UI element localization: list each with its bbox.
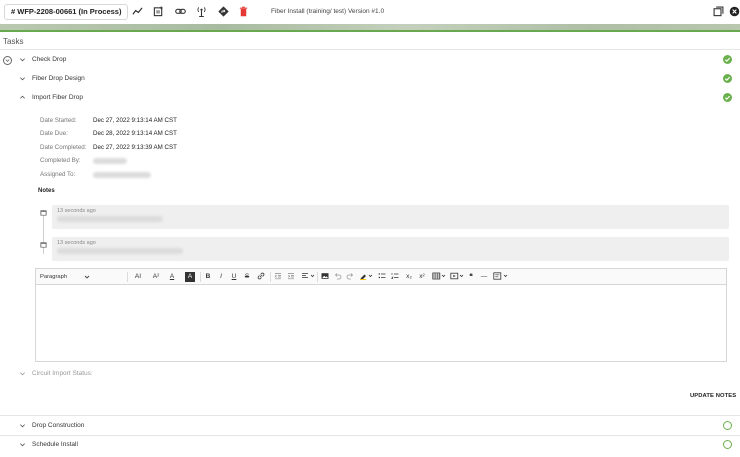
font-size-button[interactable]: AI	[131, 272, 145, 282]
note-timestamp: 13 seconds ago	[57, 240, 96, 246]
chevron-up-icon[interactable]	[19, 94, 26, 101]
bold-button[interactable]: B	[204, 272, 212, 282]
link-icon[interactable]	[174, 5, 186, 17]
tasks-heading: Tasks	[3, 37, 24, 46]
task-label: Check Drop	[32, 56, 67, 63]
task-label: Schedule Install	[32, 441, 78, 448]
note-card: 13 seconds ago	[52, 237, 729, 261]
status-open-icon	[723, 421, 732, 430]
chevron-down-icon[interactable]	[19, 56, 26, 63]
check-complete-icon	[723, 55, 732, 64]
background-color-button[interactable]: A	[185, 272, 195, 282]
workflow-title: Fiber Install (training/ test) Version #…	[271, 8, 385, 15]
media-icon[interactable]	[449, 272, 465, 282]
blockquote-button[interactable]: ❝	[467, 272, 475, 282]
divider	[0, 435, 740, 436]
check-complete-icon	[723, 74, 732, 83]
circuit-import-status-label: Circuit Import Status:	[32, 370, 93, 377]
table-icon[interactable]	[431, 272, 447, 282]
date-completed-label: Date Completed:	[40, 144, 87, 151]
add-note-icon[interactable]	[152, 5, 164, 17]
toolbar-separator	[127, 272, 128, 282]
notes-heading: Notes	[38, 188, 55, 194]
divider	[0, 415, 740, 416]
assigned-to-label: Assigned To:	[40, 171, 76, 178]
divider	[0, 49, 740, 50]
link-icon[interactable]	[256, 272, 266, 282]
chevron-down-icon[interactable]	[19, 370, 26, 377]
toolbar-separator	[317, 272, 318, 282]
strikethrough-button[interactable]: S	[243, 272, 251, 282]
underline-button[interactable]: U	[230, 272, 238, 282]
close-icon[interactable]	[728, 5, 740, 17]
calendar-icon	[40, 209, 47, 216]
task-label: Import Fiber Drop	[32, 94, 83, 101]
task-row-schedule-install[interactable]: Schedule Install	[0, 438, 740, 452]
task-label: Fiber Drop Design	[32, 75, 85, 82]
chevron-down-icon[interactable]	[19, 422, 26, 429]
outdent-icon[interactable]	[273, 272, 283, 282]
editor-toolbar: Paragraph AI A² A A B I U S x₂ x² ❝ —	[36, 269, 726, 285]
task-row-check-drop[interactable]: Check Drop	[0, 53, 740, 67]
numbering-icon[interactable]	[390, 272, 400, 282]
font-color-button[interactable]: A	[167, 272, 177, 282]
toolbar-separator	[270, 272, 271, 282]
date-due-value: Dec 28, 2022 9:13:14 AM CST	[93, 130, 177, 137]
window-icon[interactable]	[712, 5, 724, 17]
image-icon[interactable]	[320, 272, 330, 282]
notes-editor[interactable]: Paragraph AI A² A A B I U S x₂ x² ❝ —	[35, 268, 727, 362]
subscript-button[interactable]: x₂	[404, 272, 414, 282]
completed-by-value-redacted	[93, 158, 127, 164]
bullets-icon[interactable]	[377, 272, 387, 282]
map-background-strip	[0, 24, 740, 32]
highlight-icon[interactable]	[358, 272, 374, 282]
date-started-label: Date Started:	[40, 117, 77, 124]
note-text-redacted	[57, 216, 163, 222]
date-due-label: Date Due:	[40, 130, 68, 137]
task-label: Drop Construction	[32, 422, 85, 429]
task-row-drop-construction[interactable]: Drop Construction	[0, 419, 740, 433]
toolbar-separator	[200, 272, 201, 282]
note-text-redacted	[57, 248, 183, 254]
template-icon[interactable]	[492, 272, 510, 282]
calendar-icon	[40, 241, 47, 248]
paragraph-select-value: Paragraph	[40, 274, 68, 280]
circuit-import-status-row[interactable]	[0, 367, 740, 381]
date-completed-value: Dec 27, 2022 9:13:39 AM CST	[93, 144, 177, 151]
indent-icon[interactable]	[286, 272, 296, 282]
top-bar: # WFP-2208-00661 (In Process) Fiber Inst…	[0, 0, 740, 24]
align-icon[interactable]	[300, 272, 316, 282]
task-row-fiber-drop-design[interactable]: Fiber Drop Design	[0, 72, 740, 86]
delete-icon[interactable]	[237, 5, 249, 17]
note-card: 13 seconds ago	[52, 205, 729, 229]
note-timestamp: 13 seconds ago	[57, 208, 96, 214]
directions-icon[interactable]	[217, 5, 229, 17]
font-family-button[interactable]: A²	[149, 272, 163, 282]
chevron-down-icon[interactable]	[19, 75, 26, 82]
update-notes-button[interactable]: UPDATE NOTES	[690, 393, 736, 399]
assigned-to-value-redacted	[93, 172, 151, 178]
redo-icon[interactable]	[345, 272, 355, 282]
undo-icon[interactable]	[333, 272, 343, 282]
horizontal-rule-button[interactable]: —	[479, 272, 489, 282]
chevron-down-icon[interactable]	[19, 441, 26, 448]
status-open-icon	[723, 440, 732, 449]
date-started-value: Dec 27, 2022 9:13:14 AM CST	[93, 117, 177, 124]
completed-by-label: Completed By:	[40, 157, 81, 164]
antenna-icon[interactable]	[195, 5, 207, 17]
paragraph-select[interactable]: Paragraph	[40, 272, 92, 282]
italic-button[interactable]: I	[217, 272, 225, 282]
task-row-import-fiber-drop[interactable]: Import Fiber Drop	[0, 91, 740, 105]
chart-line-icon[interactable]	[131, 5, 143, 17]
check-complete-icon	[723, 93, 732, 102]
superscript-button[interactable]: x²	[417, 272, 427, 282]
work-order-badge[interactable]: # WFP-2208-00661 (In Process)	[4, 4, 129, 20]
